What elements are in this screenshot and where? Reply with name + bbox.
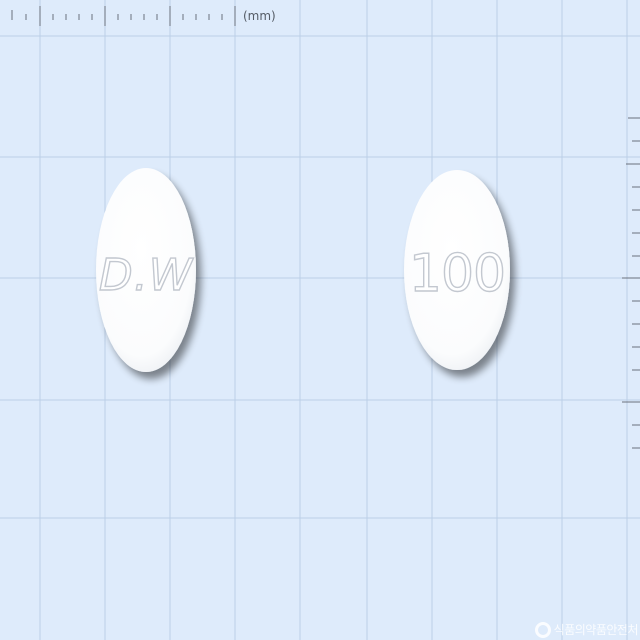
grid-lines [0,0,640,640]
tablet-back: 100 [404,170,510,370]
right-ruler [622,117,640,449]
top-ruler [11,6,236,26]
watermark-text: 식품의약품안전처 [553,623,639,637]
pill-photo: D.W 100 [0,0,640,640]
tablet-front-imprint: D.W [99,250,194,301]
ruler-unit-label: (mm) [243,9,276,23]
watermark: 식품의약품안전처 [534,621,639,638]
mfds-logo-icon [534,621,551,638]
tablet-front: D.W [96,168,196,372]
tablet-back-imprint: 100 [409,244,505,304]
